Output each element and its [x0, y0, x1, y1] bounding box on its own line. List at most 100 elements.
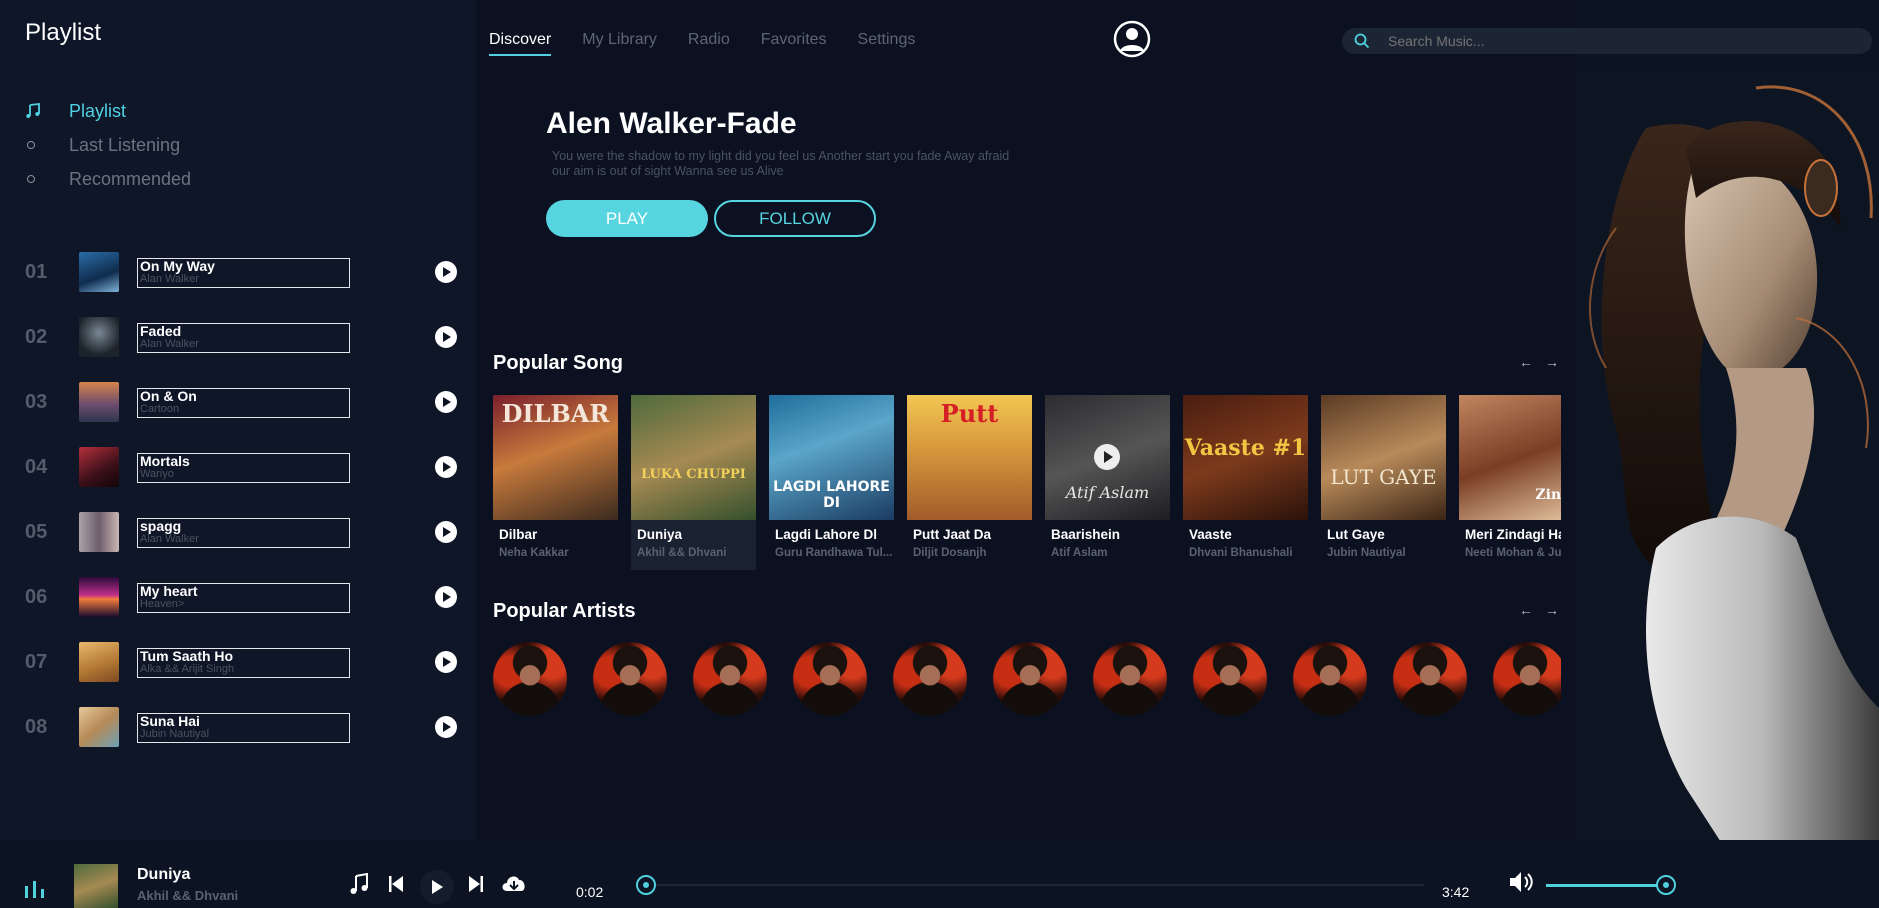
artist-avatar[interactable]	[793, 642, 867, 716]
track-artist: Alka && Arijit Singh	[140, 663, 235, 675]
arrow-right-icon[interactable]: →	[1545, 602, 1559, 618]
track-artist: Wariyo	[140, 468, 174, 480]
track-thumbnail	[79, 317, 119, 357]
search-input[interactable]	[1388, 28, 1858, 54]
play-button[interactable]: PLAY	[546, 200, 708, 237]
play-icon[interactable]	[435, 651, 457, 673]
track-info: On & On Cartoon	[137, 388, 350, 418]
song-cover: Vaaste #1	[1183, 395, 1308, 520]
track-artist: Heaven>	[140, 598, 185, 610]
artist-avatar[interactable]	[1193, 642, 1267, 716]
track-row[interactable]: 05 spagg Alan Walker	[25, 499, 465, 564]
play-icon[interactable]	[435, 456, 457, 478]
song-artist: Guru Randhawa Tul...	[775, 547, 893, 559]
artist-avatar[interactable]	[1093, 642, 1167, 716]
volume-handle[interactable]	[1656, 875, 1676, 895]
play-icon[interactable]	[435, 391, 457, 413]
volume-icon[interactable]	[1508, 870, 1536, 894]
play-icon[interactable]	[435, 261, 457, 283]
sidebar-item-label: Last Listening	[69, 134, 181, 155]
sidebar-item-last-listening[interactable]: Last Listening	[25, 128, 191, 162]
artist-avatar[interactable]	[593, 642, 667, 716]
popular-artists-heading: Popular Artists	[493, 600, 636, 622]
play-icon[interactable]	[435, 521, 457, 543]
song-artist: Neha Kakkar	[499, 547, 569, 559]
song-card[interactable]: Putt Putt Jaat Da Diljit Dosanjh	[907, 395, 1032, 570]
artist-avatar[interactable]	[1493, 642, 1561, 716]
equalizer-icon[interactable]	[24, 880, 46, 898]
song-title: Baarishein	[1051, 527, 1121, 542]
play-icon	[432, 880, 443, 894]
track-title: On & On	[140, 388, 197, 404]
progress-handle[interactable]	[636, 875, 656, 895]
tab-favorites[interactable]: Favorites	[761, 31, 827, 49]
track-row[interactable]: 03 On & On Cartoon	[25, 369, 465, 434]
bullet-icon	[27, 175, 35, 183]
sidebar-item-recommended[interactable]: Recommended	[25, 162, 191, 196]
arrow-left-icon[interactable]: ←	[1519, 354, 1533, 370]
tab-discover[interactable]: Discover	[489, 31, 552, 56]
track-row[interactable]: 08 Suna Hai Jubin Nautiyal	[25, 694, 465, 759]
track-number: 08	[25, 716, 48, 738]
song-artist: Atif Aslam	[1051, 547, 1108, 559]
track-thumbnail	[79, 447, 119, 487]
tab-settings[interactable]: Settings	[858, 31, 916, 49]
sidebar-item-label: Recommended	[69, 168, 192, 189]
track-title: Suna Hai	[140, 713, 200, 729]
song-artist: Neeti Mohan & Jubin	[1465, 547, 1561, 559]
sidebar-item-playlist[interactable]: Playlist	[25, 94, 191, 128]
progress-track[interactable]	[636, 875, 1424, 895]
track-row[interactable]: 06 My heart Heaven>	[25, 564, 465, 629]
follow-button[interactable]: FOLLOW	[714, 200, 876, 237]
track-artist: Alan Walker	[140, 533, 199, 545]
song-cover: LAGDI LAHORE DI	[769, 395, 894, 520]
play-pause-button[interactable]	[420, 870, 454, 904]
song-card[interactable]: LAGDI LAHORE DI Lagdi Lahore Dl Guru Ran…	[769, 395, 894, 570]
next-icon[interactable]	[468, 875, 484, 893]
artist-avatar[interactable]	[1393, 642, 1467, 716]
track-artist: Jubin Nautiyal	[140, 728, 210, 740]
song-title: Meri Zindagi Hai	[1465, 527, 1561, 542]
song-card[interactable]: LUKA CHUPPI Duniya Akhil && Dhvani	[631, 395, 756, 570]
previous-icon[interactable]	[388, 875, 404, 893]
song-cover: Atif Aslam	[1045, 395, 1170, 520]
track-row[interactable]: 07 Tum Saath Ho Alka && Arijit Singh	[25, 629, 465, 694]
sidebar-item-label: Playlist	[69, 100, 127, 121]
volume-slider[interactable]	[1546, 875, 1676, 895]
track-row[interactable]: 04 Mortals Wariyo	[25, 434, 465, 499]
track-row[interactable]: 02 Faded Alan Walker	[25, 304, 465, 369]
main-content: Discover My Library Radio Favorites Sett…	[476, 0, 1576, 840]
track-info: My heart Heaven>	[137, 583, 350, 613]
track-row[interactable]: 01 On My Way Alan Walker	[25, 239, 465, 304]
download-icon[interactable]	[500, 872, 528, 894]
play-icon[interactable]	[435, 326, 457, 348]
artist-avatar[interactable]	[1293, 642, 1367, 716]
tab-radio[interactable]: Radio	[688, 31, 730, 49]
track-thumbnail	[79, 642, 119, 682]
song-card[interactable]: Vaaste #1 Vaaste Dhvani Bhanushali	[1183, 395, 1308, 570]
arrow-left-icon[interactable]: ←	[1519, 602, 1533, 618]
artist-avatar[interactable]	[493, 642, 567, 716]
sidebar-nav: Playlist Last Listening Recommended	[25, 94, 191, 196]
user-avatar-icon[interactable]	[1113, 20, 1151, 58]
play-icon[interactable]	[435, 586, 457, 608]
song-card[interactable]: DILBAR Dilbar Neha Kakkar	[493, 395, 618, 570]
track-info: Tum Saath Ho Alka && Arijit Singh	[137, 648, 350, 678]
track-thumbnail	[79, 707, 119, 747]
song-card[interactable]: Atif Aslam Baarishein Atif Aslam	[1045, 395, 1170, 570]
track-info: spagg Alan Walker	[137, 518, 350, 548]
hero-subtitle: You were the shadow to my light did you …	[552, 149, 1010, 178]
artist-avatar[interactable]	[993, 642, 1067, 716]
tab-my-library[interactable]: My Library	[582, 31, 657, 49]
track-info: Suna Hai Jubin Nautiyal	[137, 713, 350, 743]
song-card[interactable]: LUT GAYE Lut Gaye Jubin Nautiyal	[1321, 395, 1446, 570]
play-icon[interactable]	[435, 716, 457, 738]
arrow-right-icon[interactable]: →	[1545, 354, 1559, 370]
play-icon[interactable]	[1094, 444, 1120, 470]
search-bar	[1342, 28, 1872, 54]
artist-avatar[interactable]	[893, 642, 967, 716]
song-card[interactable]: Zinda Meri Zindagi Hai Neeti Mohan & Jub…	[1459, 395, 1561, 570]
music-note-icon[interactable]	[349, 873, 369, 895]
artist-avatar[interactable]	[693, 642, 767, 716]
track-list: 01 On My Way Alan Walker 02 Faded Alan W…	[25, 239, 465, 759]
